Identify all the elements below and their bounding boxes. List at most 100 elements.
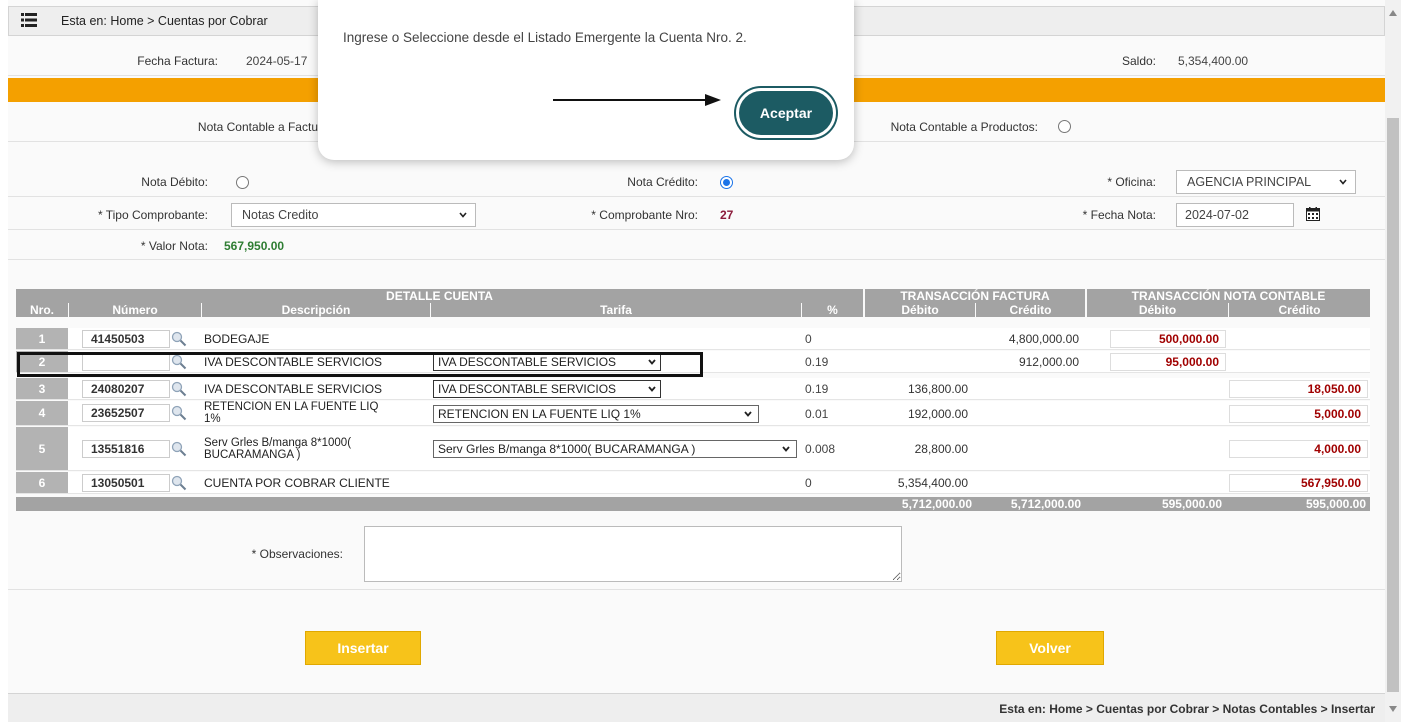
row-nro: 4 [16,401,68,425]
row-descripcion-line1: Serv Grles B/manga 8*1000( [204,437,352,449]
col-header-tarifa: Tarifa [431,303,801,317]
valor-nota-value: 567,950.00 [224,239,285,253]
vertical-scrollbar[interactable] [1385,0,1401,722]
nota-credito-input[interactable]: 18,050.00 [1229,380,1368,398]
row-descripcion: CUENTA POR COBRAR CLIENTE [204,476,390,490]
row-fact-debito: 5,354,400.00 [897,476,968,490]
row-descripcion: Serv Grles B/manga 8*1000(BUCARAMANGA ) [204,437,351,461]
observaciones-row: * Observaciones: [8,518,1385,590]
oficina-select[interactable]: AGENCIA PRINCIPAL [1176,170,1356,194]
row-fact-debito: 136,800.00 [907,382,968,396]
row-fact-debito: 192,000.00 [907,407,968,421]
tarifa-select[interactable]: IVA DESCONTABLE SERVICIOS [433,380,661,398]
total-nota-credito: 595,000.00 [1305,497,1366,511]
nota-credito-input[interactable]: 567,950.00 [1229,474,1368,492]
magnifier-icon[interactable] [171,441,187,457]
magnifier-icon[interactable] [171,475,187,491]
row-descripcion-line2: BUCARAMANGA ) [204,449,301,461]
numero-input[interactable]: 41450503 [82,330,170,348]
col-header-numero: Número [69,303,201,317]
oficina-select-value: AGENCIA PRINCIPAL [1187,175,1312,189]
valor-nota-row: * Valor Nota: 567,950.00 [8,233,1385,260]
totals-row: 5,712,000.00 5,712,000.00 595,000.00 595… [16,497,1370,511]
nota-productos-radio[interactable] [1058,120,1071,133]
row-pct: 0 [805,476,812,490]
total-nota-debito: 595,000.00 [1161,497,1222,511]
col-header-pct: % [802,303,863,317]
fecha-factura-value: 2024-05-17 [246,54,308,68]
tipo-comprobante-select[interactable]: Notas Credito [231,203,476,227]
comprobante-nro-value: 27 [720,208,734,222]
numero-input[interactable]: 24080207 [82,380,170,398]
nota-debito-input[interactable]: 95,000.00 [1110,353,1226,371]
numero-input[interactable]: 23652507 [82,404,170,422]
magnifier-icon[interactable] [171,405,187,421]
alert-message: Ingrese o Seleccione desde el Listado Em… [343,30,747,45]
row-descripcion: BODEGAJE [204,332,270,346]
numero-input[interactable]: 13551816 [82,440,170,458]
row-descripcion: RETENCION EN LA FUENTE LIQ 1% [204,401,378,425]
observaciones-label: * Observaciones: [251,547,343,561]
total-fact-credito: 5,712,000.00 [1010,497,1081,511]
comprobante-row: * Tipo Comprobante: Notas Credito * Comp… [8,200,1385,230]
insertar-button[interactable]: Insertar [305,631,421,665]
numero-input[interactable]: 13050501 [82,474,170,492]
table-row: 5 13551816 Serv Grles B/manga 8*1000(BUC… [16,427,1370,471]
nota-tipo-select-row: Nota Débito: Nota Crédito: * Oficina: AG… [8,167,1385,197]
table-row: 1 41450503 BODEGAJE 0 4,800,000.00 500,0… [16,328,1370,350]
table-row: 4 23652507 RETENCION EN LA FUENTE LIQ 1% … [16,401,1370,426]
chevron-down-icon [459,212,467,218]
row-pct: 0 [805,332,812,346]
magnifier-icon[interactable] [171,331,187,347]
col-header-nota-credito: Crédito [1229,303,1370,317]
group-header-detalle: DETALLE CUENTA [16,289,863,303]
row-fact-credito: 912,000.00 [1018,355,1079,369]
chevron-down-icon [1339,179,1347,185]
scroll-down-icon[interactable] [1389,706,1397,712]
observaciones-input[interactable] [364,526,902,582]
row-2-highlight [17,352,703,377]
fecha-nota-label: * Fecha Nota: [1082,208,1156,222]
col-header-descripcion: Descripción [202,303,430,317]
row-fact-credito: 4,800,000.00 [1008,332,1079,346]
nota-debito-input[interactable]: 500,000.00 [1110,330,1226,348]
nota-productos-label: Nota Contable a Productos: [890,120,1038,134]
menu-icon[interactable] [21,13,37,27]
nota-debito-label: Nota Débito: [141,175,208,189]
volver-button[interactable]: Volver [996,631,1104,665]
col-header-nro: Nro. [16,303,68,317]
fecha-nota-input[interactable]: 2024-07-02 [1176,203,1294,227]
valor-nota-label: * Valor Nota: [140,239,208,253]
nota-facturas-label: Nota Contable a Factu [197,120,318,134]
row-pct: 0.19 [805,355,829,369]
magnifier-icon[interactable] [171,381,187,397]
breadcrumb-top: Esta en: Home > Cuentas por Cobrar [61,14,268,28]
group-header-factura: TRANSACCIÓN FACTURA [865,289,1085,303]
aceptar-button[interactable]: Aceptar [736,88,836,138]
fecha-factura-label: Fecha Factura: [137,54,218,68]
tarifa-select[interactable]: RETENCION EN LA FUENTE LIQ 1% [433,405,759,423]
tarifa-select[interactable]: Serv Grles B/manga 8*1000( BUCARAMANGA ) [433,440,797,458]
calendar-icon[interactable] [1306,207,1320,221]
saldo-label: Saldo: [1121,54,1156,68]
tarifa-select-value: RETENCION EN LA FUENTE LIQ 1% [438,407,641,421]
col-header-fact-credito: Crédito [976,303,1085,317]
row-nro: 5 [16,427,68,470]
breadcrumb-bottom: Esta en: Home > Cuentas por Cobrar > Not… [999,702,1375,716]
chevron-down-icon [648,386,656,392]
scroll-up-icon[interactable] [1389,10,1397,16]
row-pct: 0.008 [805,442,836,456]
nota-credito-input[interactable]: 4,000.00 [1229,440,1368,458]
chevron-down-icon [782,446,790,452]
nota-credito-input[interactable]: 5,000.00 [1229,405,1368,423]
row-pct: 0.19 [805,382,829,396]
table-row: 3 24080207 IVA DESCONTABLE SERVICIOS IVA… [16,378,1370,400]
tarifa-select-value: Serv Grles B/manga 8*1000( BUCARAMANGA ) [438,442,696,456]
nota-debito-radio[interactable] [236,176,249,189]
scroll-thumb[interactable] [1387,118,1399,692]
row-nro: 1 [16,328,68,349]
chevron-down-icon [744,411,752,417]
nota-credito-radio[interactable] [720,176,733,189]
col-header-fact-debito: Débito [865,303,975,317]
row-descripcion: IVA DESCONTABLE SERVICIOS [204,382,383,396]
